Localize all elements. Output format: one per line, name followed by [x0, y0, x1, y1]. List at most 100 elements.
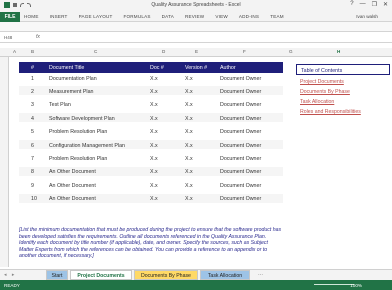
tab-home[interactable]: HOME: [24, 14, 39, 19]
table-row[interactable]: 6 Configuration Management Plan X.x X.x Docu…: [19, 140, 283, 150]
version-number-cell[interactable]: X.x: [185, 116, 193, 122]
table-row[interactable]: 5 Problem Resolution Plan X.x X.x Document O…: [19, 127, 283, 137]
row-number-cell[interactable]: 5: [31, 129, 34, 135]
column-header-b[interactable]: B: [31, 49, 34, 54]
row-number-cell[interactable]: 2: [31, 89, 34, 95]
author-cell[interactable]: Document Owner: [220, 196, 261, 202]
row-number-cell[interactable]: 3: [31, 102, 34, 108]
version-number-cell[interactable]: X.x: [185, 143, 193, 149]
file-tab[interactable]: FILE: [0, 12, 20, 22]
author-cell[interactable]: Document Owner: [220, 89, 261, 95]
version-number-cell[interactable]: X.x: [185, 183, 193, 189]
table-row[interactable]: 4 Software Development Plan X.x X.x Document…: [19, 113, 283, 124]
tab-team[interactable]: TEAM: [270, 14, 284, 19]
toc-link-roles-responsibilities[interactable]: Roles and Responsibilities: [296, 109, 390, 115]
name-box[interactable]: H48: [4, 35, 12, 40]
doc-number-cell[interactable]: X.x: [150, 196, 158, 202]
sheet-tab-project-documents[interactable]: Project Documents: [70, 270, 132, 280]
version-number-cell[interactable]: X.x: [185, 156, 193, 162]
toc-link-project-documents[interactable]: Project Documents: [296, 79, 390, 85]
column-header-c[interactable]: C: [94, 49, 97, 54]
document-title-cell[interactable]: Problem Resolution Plan: [49, 129, 107, 135]
row-number-cell[interactable]: 10: [31, 196, 37, 202]
toc-link-documents-by-phase[interactable]: Documents By Phase: [296, 89, 390, 95]
version-number-cell[interactable]: X.x: [185, 196, 193, 202]
row-number-cell[interactable]: 8: [31, 169, 34, 175]
zoom-slider[interactable]: [314, 284, 354, 285]
zoom-level[interactable]: 100%: [350, 283, 362, 288]
sheet-scroll-arrows-icon[interactable]: ◂ ▸: [4, 272, 16, 278]
document-title-cell[interactable]: Test Plan: [49, 102, 71, 108]
row-number-cell[interactable]: 4: [31, 116, 34, 122]
doc-number-cell[interactable]: X.x: [150, 156, 158, 162]
more-sheets-button[interactable]: ...: [258, 271, 263, 277]
row-number-cell[interactable]: 6: [31, 143, 34, 149]
column-header-f[interactable]: F: [243, 49, 246, 54]
doc-number-cell[interactable]: X.x: [150, 102, 158, 108]
table-row[interactable]: 3 Test Plan X.x X.x Document Owner: [19, 100, 283, 110]
row-number-cell[interactable]: 9: [31, 183, 34, 189]
version-number-cell[interactable]: X.x: [185, 102, 193, 108]
version-number-cell[interactable]: X.x: [185, 169, 193, 175]
version-number-cell[interactable]: X.x: [185, 89, 193, 95]
tab-view[interactable]: VIEW: [215, 14, 228, 19]
table-row[interactable]: 7 Problem Resolution Plan X.x X.x Document O…: [19, 153, 283, 164]
minimize-icon[interactable]: —: [360, 1, 366, 8]
tab-data[interactable]: DATA: [162, 14, 174, 19]
sheet-tab-documents-by-phase[interactable]: Documents By Phase: [134, 270, 198, 280]
doc-number-cell[interactable]: X.x: [150, 169, 158, 175]
row-number-cell[interactable]: 7: [31, 156, 34, 162]
doc-number-cell[interactable]: X.x: [150, 183, 158, 189]
column-header-a[interactable]: A: [13, 49, 16, 54]
instructions-note: [List the minimum documentation that mus…: [19, 227, 282, 260]
tab-add-ins[interactable]: ADD-INS: [239, 14, 259, 19]
author-cell[interactable]: Document Owner: [220, 129, 261, 135]
status-bar: READY 100%: [0, 280, 392, 290]
table-row[interactable]: 10 An Other Document X.x X.x Document Owner: [19, 193, 283, 204]
version-number-cell[interactable]: X.x: [185, 76, 193, 82]
column-header-h[interactable]: H: [337, 49, 340, 54]
author-cell[interactable]: Document Owner: [220, 76, 261, 82]
document-title-cell[interactable]: An Other Document: [49, 183, 96, 189]
fx-icon[interactable]: fx: [36, 34, 40, 40]
sheet-tab-task-allocation[interactable]: Task Allocation: [200, 270, 250, 280]
author-cell[interactable]: Document Owner: [220, 183, 261, 189]
document-title-cell[interactable]: An Other Document: [49, 196, 96, 202]
author-cell[interactable]: Document Owner: [220, 156, 261, 162]
author-cell[interactable]: Document Owner: [220, 143, 261, 149]
version-number-cell[interactable]: X.x: [185, 129, 193, 135]
tab-formulas[interactable]: FORMULAS: [124, 14, 151, 19]
doc-number-cell[interactable]: X.x: [150, 89, 158, 95]
document-title-cell[interactable]: An Other Document: [49, 169, 96, 175]
table-row[interactable]: 2 Measurement Plan X.x X.x Document Owner: [19, 86, 283, 97]
tab-page-layout[interactable]: PAGE LAYOUT: [79, 14, 113, 19]
document-title-cell[interactable]: Measurement Plan: [49, 89, 93, 95]
document-title-cell[interactable]: Problem Resolution Plan: [49, 156, 107, 162]
author-cell[interactable]: Document Owner: [220, 102, 261, 108]
tab-review[interactable]: REVIEW: [185, 14, 204, 19]
formula-bar: H48 fx: [0, 33, 392, 43]
document-title-cell[interactable]: Documentation Plan: [49, 76, 97, 82]
document-title-cell[interactable]: Software Development Plan: [49, 116, 115, 122]
sheet-tab-start[interactable]: Start: [46, 270, 68, 280]
table-row[interactable]: 1 Documentation Plan X.x X.x Document Owner: [19, 73, 283, 83]
table-row[interactable]: 8 An Other Document X.x X.x Document Owner: [19, 166, 283, 177]
doc-number-cell[interactable]: X.x: [150, 116, 158, 122]
restore-icon[interactable]: ❐: [372, 1, 377, 8]
help-icon[interactable]: ?: [350, 1, 353, 8]
column-header-g[interactable]: G: [289, 49, 293, 54]
close-icon[interactable]: ✕: [383, 1, 388, 8]
doc-number-cell[interactable]: X.x: [150, 129, 158, 135]
user-account[interactable]: Ivan walsh: [356, 14, 378, 19]
doc-number-cell[interactable]: X.x: [150, 76, 158, 82]
toc-link-task-allocation[interactable]: Task Allocation: [296, 99, 390, 105]
author-cell[interactable]: Document Owner: [220, 169, 261, 175]
column-header-e[interactable]: E: [195, 49, 198, 54]
row-number-cell[interactable]: 1: [31, 76, 34, 82]
column-header-d[interactable]: D: [162, 49, 165, 54]
document-title-cell[interactable]: Configuration Management Plan: [49, 143, 125, 149]
doc-number-cell[interactable]: X.x: [150, 143, 158, 149]
tab-insert[interactable]: INSERT: [50, 14, 68, 19]
table-row[interactable]: 9 An Other Document X.x X.x Document Owner: [19, 180, 283, 191]
author-cell[interactable]: Document Owner: [220, 116, 261, 122]
